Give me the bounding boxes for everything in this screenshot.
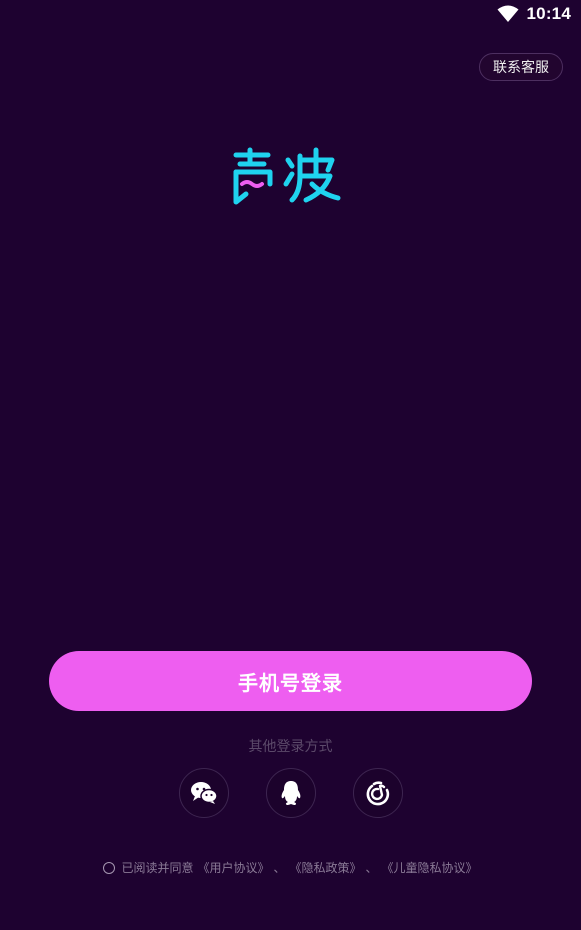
qq-login-button[interactable] [266,768,316,818]
user-agreement-link[interactable]: 《用户协议》 [197,859,269,876]
social-login-row [0,768,581,818]
netease-music-icon [365,780,391,806]
contact-support-button[interactable]: 联系客服 [479,53,563,81]
other-login-label: 其他登录方式 [248,739,333,755]
wifi-icon [497,5,519,23]
agreement-checkbox[interactable] [103,861,116,874]
wechat-icon [190,781,218,805]
children-privacy-link[interactable]: 《儿童隐私协议》 [382,859,478,876]
wechat-login-button[interactable] [179,768,229,818]
agreement-separator: 、 [273,861,286,875]
phone-login-button[interactable]: 手机号登录 [49,651,532,711]
app-logo [228,140,354,210]
qq-icon [280,780,302,806]
agreement-separator: 、 [365,861,378,875]
netease-login-button[interactable] [353,768,403,818]
agreement-row: 已阅读并同意 《用户协议》 、 《隐私政策》 、 《儿童隐私协议》 [0,859,581,876]
agreement-prefix: 已阅读并同意 [121,861,194,875]
status-clock: 10:14 [526,4,571,23]
status-right: 10:14 [497,4,571,24]
status-bar: 10:14 [0,0,581,30]
privacy-policy-link[interactable]: 《隐私政策》 [290,859,362,876]
